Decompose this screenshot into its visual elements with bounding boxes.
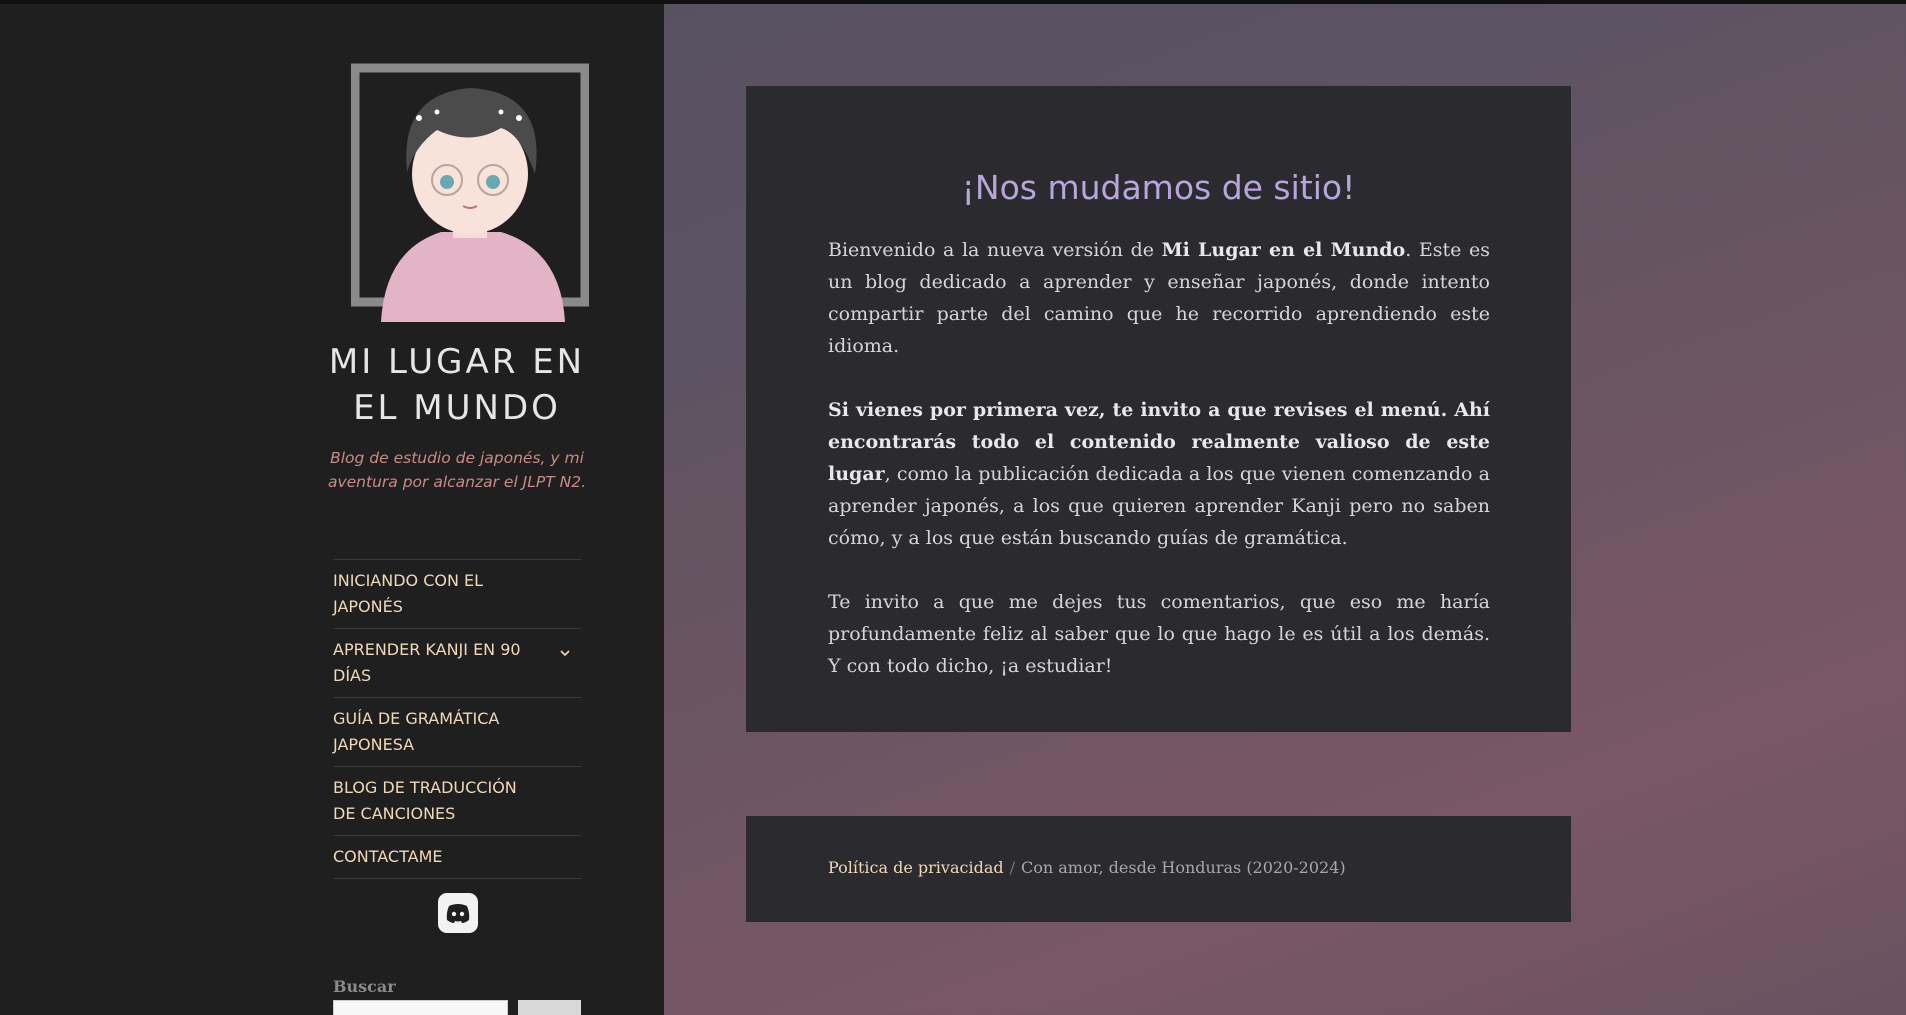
post-paragraph: Bienvenido a la nueva versión de Mi Luga…	[828, 234, 1490, 362]
site-footer: Política de privacidad / Con amor, desde H…	[746, 816, 1571, 922]
footer-info: Política de privacidad / Con amor, desde H…	[828, 858, 1346, 877]
menu-item-label: CONTACTAME	[333, 847, 443, 866]
site-description: Blog de estudio de japonés, y mi aventur…	[327, 449, 587, 491]
menu-item-label: GUÍA DE GRAMÁTICA JAPONESA	[333, 709, 500, 754]
site-logo-avatar[interactable]	[350, 54, 590, 322]
post-title[interactable]: ¡Nos mudamos de sitio!	[746, 168, 1571, 207]
menu-item-canciones[interactable]: BLOG DE TRADUCCIÓN DE CANCIONES	[333, 766, 581, 835]
footer-separator: /	[1009, 858, 1015, 877]
post-text: Bienvenido a la nueva versión de	[828, 239, 1162, 261]
footer-credit: Con amor, desde Honduras (2020-2024)	[1021, 858, 1346, 877]
discord-icon[interactable]	[438, 893, 478, 933]
post-paragraph: Si vienes por primera vez, te invito a q…	[828, 394, 1490, 554]
search-button[interactable]	[518, 1000, 581, 1015]
menu-item-gramatica[interactable]: GUÍA DE GRAMÁTICA JAPONESA	[333, 697, 581, 766]
post-panel: ¡Nos mudamos de sitio! Bienvenido a la n…	[746, 86, 1571, 732]
menu-item-kanji[interactable]: APRENDER KANJI EN 90 DÍAS	[333, 628, 581, 697]
post-paragraph: Te invito a que me dejes tus comentarios…	[828, 591, 1490, 677]
menu-item-iniciando[interactable]: INICIANDO CON EL JAPONÉS	[333, 559, 581, 628]
menu-item-label: INICIANDO CON EL JAPONÉS	[333, 571, 484, 616]
post-content: Bienvenido a la nueva versión de Mi Luga…	[828, 234, 1490, 714]
privacy-policy-link[interactable]: Política de privacidad	[828, 858, 1004, 877]
sidebar: MI LUGAR EN EL MUNDO Blog de estudio de …	[0, 4, 664, 1015]
search-input[interactable]	[333, 1000, 508, 1015]
chevron-down-icon[interactable]	[555, 643, 575, 663]
search-label: Buscar	[333, 977, 396, 996]
menu-item-label: BLOG DE TRADUCCIÓN DE CANCIONES	[333, 778, 517, 823]
post-text: , como la publicación dedicada a los que…	[828, 463, 1490, 549]
post-bold-text: Mi Lugar en el Mundo	[1161, 239, 1406, 261]
main-menu: INICIANDO CON EL JAPONÉS APRENDER KANJI …	[333, 559, 581, 879]
menu-item-contactame[interactable]: CONTACTAME	[333, 835, 581, 879]
menu-item-label: APRENDER KANJI EN 90 DÍAS	[333, 640, 521, 685]
site-title[interactable]: MI LUGAR EN EL MUNDO	[326, 339, 588, 431]
